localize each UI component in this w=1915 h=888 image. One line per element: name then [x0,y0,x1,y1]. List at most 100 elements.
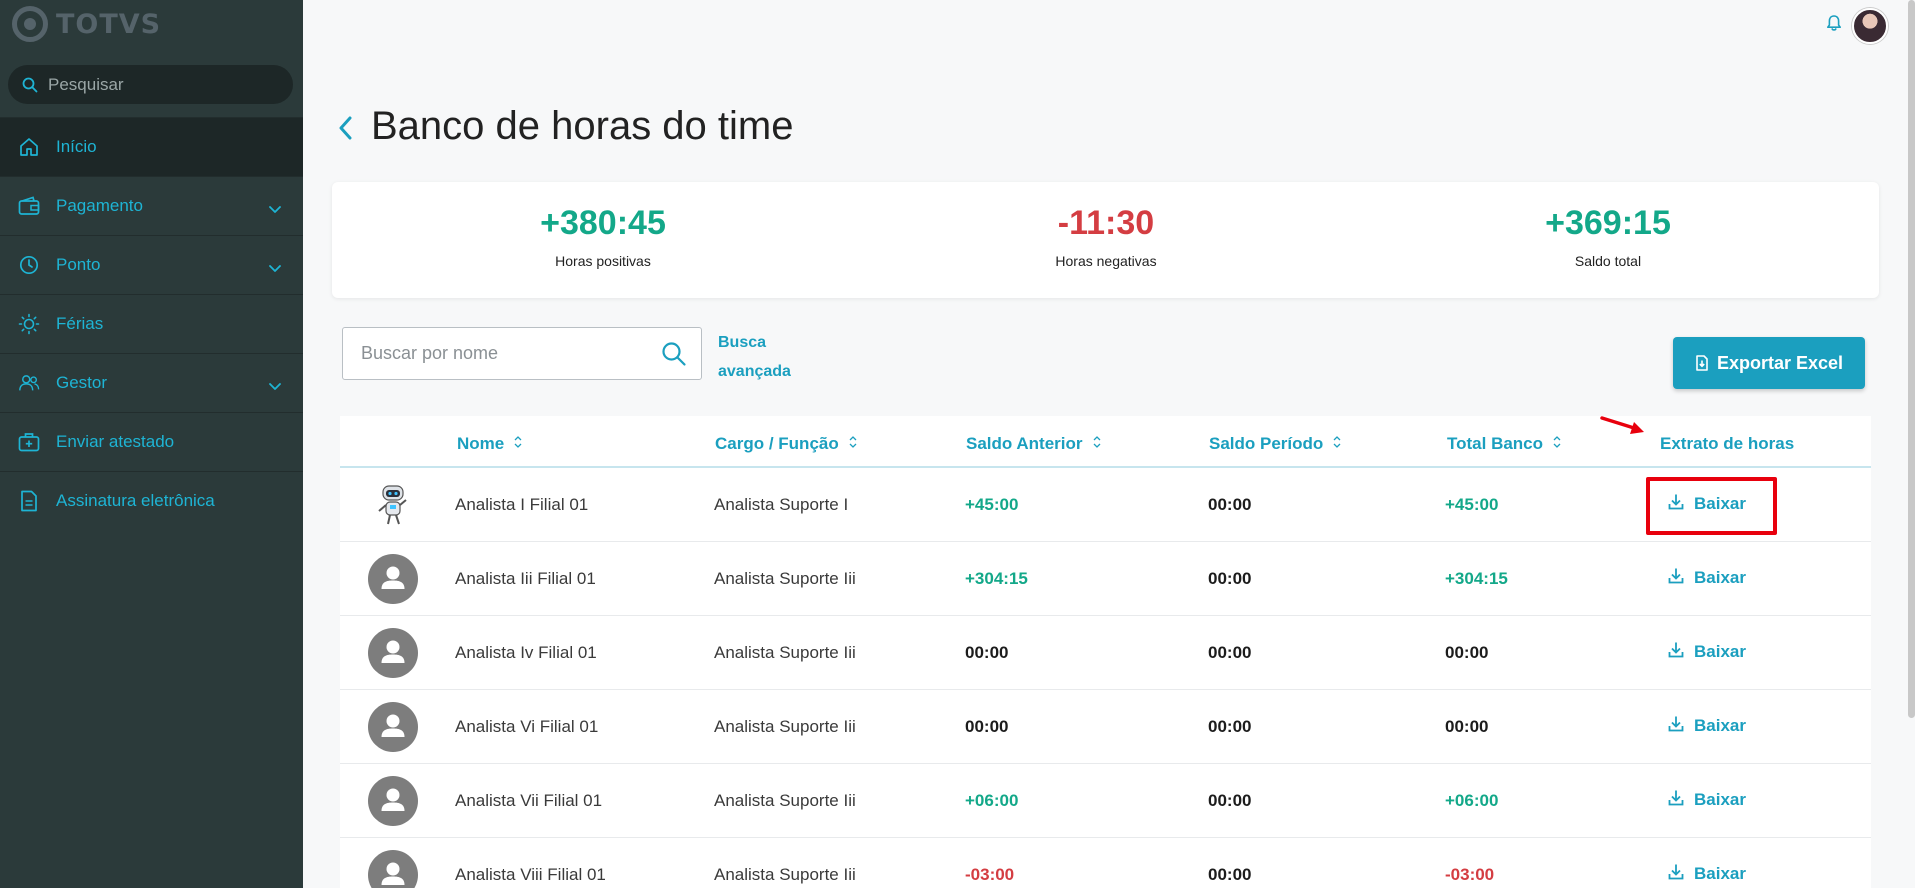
positive-hours-stat: +380:45 Horas positivas [473,204,733,269]
advanced-search-link[interactable]: Busca avançada [718,328,808,386]
sidebar-item-pagamento[interactable]: Pagamento [0,176,303,235]
total-balance-label: Saldo total [1574,253,1642,269]
sidebar: TOTVS Início Pagamento Ponto Férias Gestor En… [0,0,303,888]
sidebar-item-label: Férias [56,314,104,333]
positive-hours-value: +380:45 [540,204,666,242]
column-header-label: Saldo Período [1209,434,1324,453]
column-header-cargo[interactable]: Cargo / Função [715,434,857,454]
file-download-icon [1696,355,1708,371]
table-row: Analista Viii Filial 01 Analista Suporte … [340,838,1871,888]
sidebar-item-label: Assinatura eletrônica [56,491,215,510]
default-user-avatar [368,702,418,752]
sidebar-item-enviar-atestado[interactable]: Enviar atestado [0,412,303,471]
negative-hours-stat: -11:30 Horas negativas [976,204,1236,269]
download-statement-button[interactable]: Baixar [1668,641,1746,663]
chevron-down-icon[interactable] [269,199,281,219]
cell-saldo-anterior: +06:00 [965,791,1019,810]
export-excel-button[interactable]: Exportar Excel [1673,337,1865,389]
name-search-field[interactable] [342,327,702,380]
default-user-avatar [368,776,418,826]
sidebar-item-ponto[interactable]: Ponto [0,235,303,294]
column-header-label: Saldo Anterior [966,434,1083,453]
team-hours-table: Nome Cargo / Função Saldo Anterior Saldo… [340,416,1871,888]
sidebar-item-label: Início [56,137,97,156]
total-balance-stat: +369:15 Saldo total [1478,204,1738,269]
download-icon [1668,863,1684,885]
export-excel-label: Exportar Excel [1716,352,1844,373]
download-statement-button[interactable]: Baixar [1668,789,1746,811]
sort-icon[interactable] [1093,434,1101,454]
sidebar-item-label: Enviar atestado [56,432,175,451]
wallet-icon [18,195,40,217]
cell-nome: Analista Iii Filial 01 [455,569,596,588]
column-header-extrato: Extrato de horas [1660,434,1794,454]
cell-saldo-anterior: 00:00 [965,643,1009,662]
cell-saldo-periodo: 00:00 [1208,717,1252,736]
cell-total-banco: 00:00 [1445,717,1489,736]
table-row: Analista Vii Filial 01 Analista Suporte I… [340,764,1871,838]
medical-bag-icon [18,431,40,453]
table-row: Analista I Filial 01 Analista Suporte I +4… [340,468,1871,542]
cell-total-banco: +304:15 [1445,569,1508,588]
hours-summary-card: +380:45 Horas positivas -11:30 Horas neg… [332,182,1879,298]
sidebar-item-inicio[interactable]: Início [0,117,303,176]
cell-nome: Analista Vii Filial 01 [455,791,603,810]
chevron-down-icon[interactable] [269,376,281,396]
search-icon[interactable] [661,341,687,367]
page-title: Banco de horas do time [371,104,794,148]
download-label: Baixar [1694,864,1746,883]
download-statement-button[interactable]: Baixar [1668,863,1746,885]
positive-hours-label: Horas positivas [555,253,651,269]
name-search-input[interactable] [361,343,661,364]
sidebar-item-label: Gestor [56,373,108,392]
search-icon [22,77,38,92]
document-icon [18,490,40,512]
sidebar-nav: Início Pagamento Ponto Férias Gestor Enviar a… [0,117,303,530]
cell-saldo-periodo: 00:00 [1208,791,1252,810]
cell-saldo-anterior: -03:00 [965,865,1015,884]
cell-total-banco: 00:00 [1445,643,1489,662]
column-header-label: Total Banco [1447,434,1544,453]
column-header-saldo-anterior[interactable]: Saldo Anterior [966,434,1101,454]
total-balance-value: +369:15 [1545,204,1671,242]
logo-text: TOTVS [56,8,162,40]
sort-icon[interactable] [1333,434,1341,454]
table-body: Analista I Filial 01 Analista Suporte I +4… [340,468,1871,888]
totvs-logo[interactable]: TOTVS [12,6,161,42]
column-header-saldo-periodo[interactable]: Saldo Período [1209,434,1341,454]
sidebar-item-assinatura-eletronica[interactable]: Assinatura eletrônica [0,471,303,530]
sidebar-item-ferias[interactable]: Férias [0,294,303,353]
download-icon [1668,715,1684,737]
totvs-logo-icon [12,6,48,42]
sidebar-item-label: Ponto [56,255,101,274]
table-row: Analista Vi Filial 01 Analista Suporte Ii… [340,690,1871,764]
table-row: Analista Iii Filial 01 Analista Suporte I… [340,542,1871,616]
column-header-label: Cargo / Função [715,434,839,453]
user-avatar[interactable] [1852,8,1888,44]
sort-icon[interactable] [849,434,857,454]
back-chevron-icon[interactable] [336,114,356,142]
sidebar-search[interactable] [8,65,293,104]
default-user-avatar [368,628,418,678]
notification-bell-icon[interactable] [1826,14,1842,32]
chevron-down-icon[interactable] [269,258,281,278]
cell-cargo: Analista Suporte I [714,495,849,514]
sort-icon[interactable] [1553,434,1561,454]
sidebar-search-input[interactable] [48,74,268,95]
download-label: Baixar [1694,642,1746,661]
download-statement-button[interactable]: Baixar [1668,715,1746,737]
sun-icon [18,313,40,335]
column-header-total-banco[interactable]: Total Banco [1447,434,1561,454]
page-scrollbar[interactable] [1908,0,1915,718]
negative-hours-value: -11:30 [1057,204,1155,242]
sort-icon[interactable] [514,434,522,454]
download-icon [1668,567,1684,589]
cell-saldo-periodo: 00:00 [1208,865,1252,884]
default-user-avatar [368,850,418,888]
column-header-nome[interactable]: Nome [457,434,522,454]
download-label: Baixar [1694,790,1746,809]
cell-nome: Analista Viii Filial 01 [455,865,606,884]
cell-saldo-periodo: 00:00 [1208,643,1252,662]
sidebar-item-gestor[interactable]: Gestor [0,353,303,412]
download-statement-button[interactable]: Baixar [1668,567,1746,589]
